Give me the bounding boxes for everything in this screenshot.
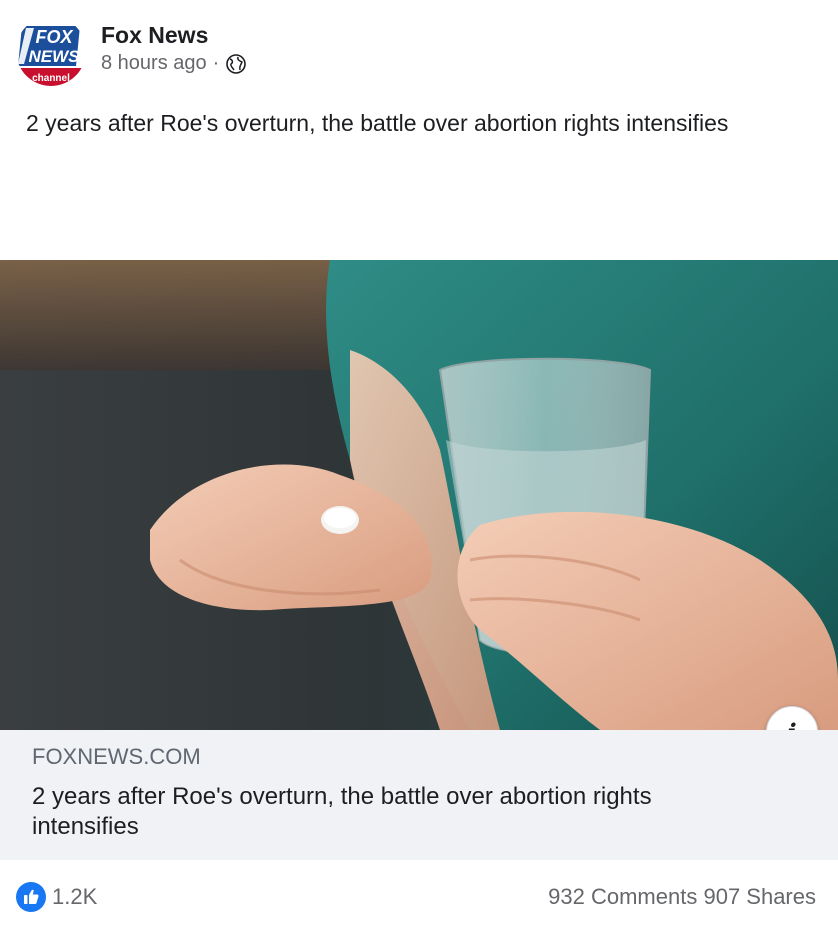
like-icon[interactable] [16, 882, 46, 912]
globe-icon[interactable] [225, 53, 247, 75]
post-stats: 932 Comments 907 Shares [548, 884, 816, 910]
comments-count[interactable]: 932 Comments [548, 884, 697, 909]
post-timestamp[interactable]: 8 hours ago [101, 52, 207, 75]
page-avatar[interactable]: FOX NEWS channel [16, 16, 86, 86]
post-header: FOX NEWS channel Fox News 8 hours ago · [16, 16, 816, 90]
fox-news-logo: FOX NEWS channel [16, 16, 86, 86]
svg-text:NEWS: NEWS [29, 47, 81, 66]
post-text: 2 years after Roe's overturn, the battle… [26, 110, 729, 136]
post-image[interactable] [0, 260, 838, 730]
link-preview[interactable]: FOXNEWS.COM 2 years after Roe's overturn… [0, 730, 838, 860]
svg-text:channel: channel [32, 73, 70, 84]
post-footer: 1.2K 932 Comments 907 Shares [0, 860, 838, 930]
link-title[interactable]: 2 years after Roe's overturn, the battle… [32, 782, 752, 842]
reaction-count[interactable]: 1.2K [52, 884, 97, 910]
shares-count[interactable]: 907 Shares [703, 884, 816, 909]
svg-text:FOX: FOX [35, 27, 73, 47]
post-meta: 8 hours ago · [101, 52, 247, 75]
page-name[interactable]: Fox News [101, 22, 208, 49]
meta-separator: · [212, 52, 220, 74]
link-domain: FOXNEWS.COM [32, 744, 201, 769]
